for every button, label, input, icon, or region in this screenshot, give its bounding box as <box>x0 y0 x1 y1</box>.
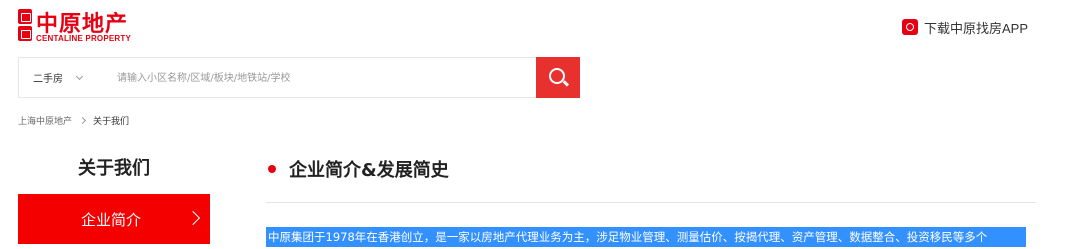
logo[interactable]: 中原地产 CENTALINE PROPERTY <box>18 9 148 45</box>
logo-english-name: CENTALINE PROPERTY <box>36 34 132 43</box>
divider <box>266 202 1036 203</box>
chevron-right-icon <box>185 210 201 226</box>
app-download-label: 下载中原找房APP <box>924 20 1029 36</box>
search-type-label: 二手房 <box>33 74 63 85</box>
sidebar-item-label: 企业简介 <box>81 211 142 229</box>
app-download-link[interactable]: 下载中原找房APP <box>902 17 1028 37</box>
section-heading: 企业简介&发展简史 <box>268 156 449 182</box>
search-bar: 二手房 <box>18 57 580 98</box>
app-icon <box>902 19 918 35</box>
search-type-dropdown[interactable]: 二手房 <box>33 58 84 97</box>
breadcrumb-home-link[interactable]: 上海中原地产 <box>18 114 72 127</box>
intro-paragraph: 中原集团于1978年在香港创立，是一家以房地产代理业务为主，涉足物业管理、测量估… <box>266 227 1026 247</box>
sidebar-item-company-profile[interactable]: 企业简介 <box>18 194 210 244</box>
breadcrumb: 上海中原地产 关于我们 <box>18 114 129 127</box>
section-title: 企业简介&发展简史 <box>289 160 449 181</box>
bullet-dot-icon <box>268 165 276 173</box>
search-button[interactable] <box>536 57 580 98</box>
chevron-down-icon <box>75 72 84 80</box>
logo-seal-icon <box>18 9 32 41</box>
sidebar-title: 关于我们 <box>78 158 150 179</box>
chevron-right-icon <box>78 116 87 125</box>
search-input[interactable] <box>117 66 527 90</box>
breadcrumb-current: 关于我们 <box>93 117 130 127</box>
